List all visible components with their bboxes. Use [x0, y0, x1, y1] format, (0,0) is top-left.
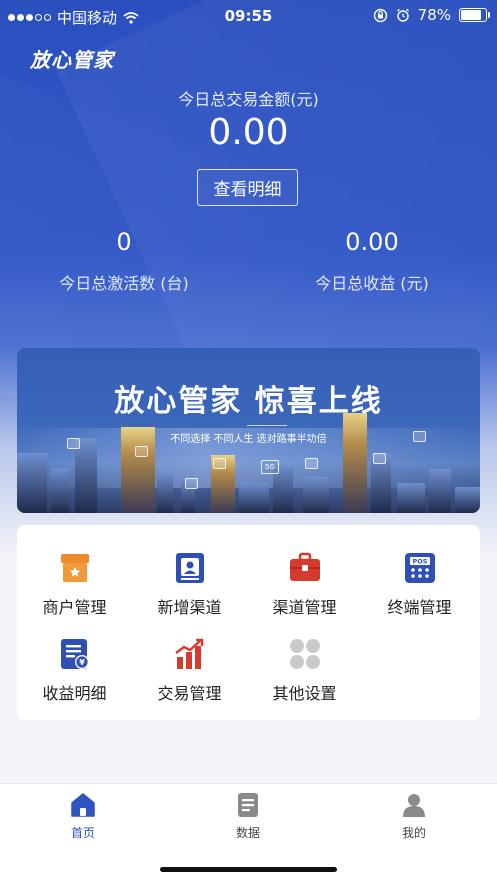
- trade-chart-icon: [173, 637, 207, 671]
- menu-item-channel-mgmt[interactable]: 渠道管理: [247, 551, 362, 618]
- 5g-badge: 5G: [261, 460, 279, 474]
- data-icon: [235, 792, 261, 818]
- tab-label: 首页: [70, 826, 95, 840]
- tab-profile[interactable]: 我的: [354, 792, 474, 841]
- home-icon: [70, 792, 96, 818]
- income-stat: 0.00 今日总收益 (元): [272, 228, 472, 294]
- banner-subtitle: 不同选择 不同人生 选对路事半功倍: [170, 434, 327, 445]
- brand-logo: 放心管家: [30, 48, 114, 72]
- pos-label: POS: [412, 558, 427, 566]
- activation-stat: 0 今日总激活数 (台): [24, 228, 224, 294]
- total-amount-value: 0.00: [208, 112, 289, 153]
- menu-item-merchant[interactable]: 商户管理: [17, 551, 132, 618]
- menu-label: 新增渠道: [157, 598, 222, 617]
- add-channel-icon: [173, 551, 207, 585]
- promo-banner[interactable]: 5G 放心管家 惊喜上线 不同选择 不同人生 选对路事半功倍: [17, 348, 480, 513]
- income-detail-icon: ¥: [58, 637, 92, 671]
- menu-label: 其他设置: [272, 684, 337, 703]
- activation-label: 今日总激活数 (台): [59, 274, 189, 293]
- battery-icon: [459, 8, 490, 22]
- home-indicator: [160, 867, 337, 872]
- menu-item-terminal[interactable]: POS 终端管理: [362, 551, 477, 618]
- battery-percent: 78%: [417, 6, 451, 24]
- tab-label: 我的: [401, 826, 426, 840]
- income-label: 今日总收益 (元): [315, 274, 429, 293]
- menu-item-income-detail[interactable]: ¥ 收益明细: [17, 637, 132, 704]
- menu-label: 渠道管理: [272, 598, 337, 617]
- profile-icon: [401, 792, 427, 818]
- alarm-icon: [396, 8, 409, 22]
- view-details-button[interactable]: 查看明细: [197, 169, 298, 206]
- total-amount-label: 今日总交易金额(元): [178, 90, 319, 109]
- menu-label: 终端管理: [387, 598, 452, 617]
- tab-label: 数据: [235, 826, 260, 840]
- menu-item-trade[interactable]: 交易管理: [132, 637, 247, 704]
- menu-item-settings[interactable]: 其他设置: [247, 637, 362, 704]
- rotation-lock-icon: [373, 8, 387, 22]
- menu-item-add-channel[interactable]: 新增渠道: [132, 551, 247, 618]
- tab-data[interactable]: 数据: [188, 792, 308, 841]
- pos-terminal-icon: POS: [403, 551, 437, 585]
- grid-settings-icon: [288, 637, 322, 671]
- function-grid: 商户管理 新增渠道 渠道管理 POS 终端管理 ¥ 收益明细 交易管理 其他设置: [17, 525, 480, 720]
- menu-label: 交易管理: [157, 684, 222, 703]
- menu-label: 商户管理: [42, 598, 107, 617]
- status-bar: 中国移动 09:55 78%: [0, 0, 497, 34]
- merchant-icon: [58, 551, 92, 585]
- tab-home[interactable]: 首页: [23, 792, 143, 841]
- banner-title: 放心管家 惊喜上线: [114, 384, 383, 419]
- status-right: 78%: [373, 6, 490, 24]
- yuan-symbol: ¥: [79, 658, 85, 667]
- menu-label: 收益明细: [42, 684, 107, 703]
- briefcase-icon: [288, 551, 322, 585]
- activation-count: 0: [116, 228, 132, 256]
- income-value: 0.00: [345, 228, 399, 256]
